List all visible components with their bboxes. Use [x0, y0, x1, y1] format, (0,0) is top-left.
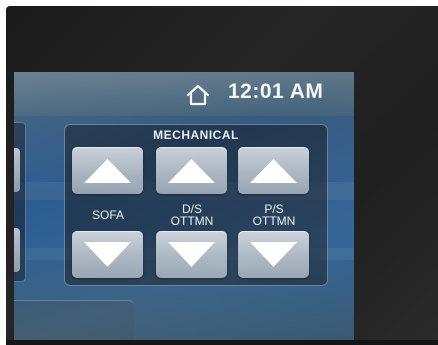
ps-ottmn-up-button[interactable] — [238, 147, 309, 194]
control-label-line: OTTMN — [252, 214, 296, 228]
bottom-panel-edge — [14, 300, 134, 340]
control-label-line: OTTMN — [170, 214, 214, 228]
sofa-down-button[interactable] — [72, 231, 143, 278]
sofa-up-button[interactable] — [72, 147, 143, 194]
control-label-line: SOFA — [91, 208, 124, 222]
ps-ottmn-down-button[interactable] — [238, 231, 309, 278]
home-icon[interactable] — [186, 84, 210, 106]
ds-ottmn-up-button[interactable] — [156, 147, 227, 194]
triangle-up-icon — [168, 159, 215, 183]
triangle-down-icon — [168, 242, 215, 267]
panel-title: MECHANICAL — [153, 128, 239, 142]
triangle-up-icon — [250, 159, 297, 183]
ps-ottmn-label: P/S OTTMN — [234, 203, 314, 227]
adjacent-up-button[interactable] — [14, 148, 20, 192]
touch-screen: 12:01 AM MECHANICAL SOFA D/S OTTMN P/S O… — [14, 72, 354, 340]
triangle-down-icon — [250, 242, 297, 267]
photo-frame: 12:01 AM MECHANICAL SOFA D/S OTTMN P/S O… — [0, 0, 438, 345]
ds-ottmn-down-button[interactable] — [156, 231, 227, 278]
clock-time: 12:01 AM — [228, 80, 324, 103]
triangle-down-icon — [84, 242, 131, 267]
sofa-label: SOFA — [68, 209, 148, 221]
adjacent-down-button[interactable] — [14, 228, 20, 272]
triangle-up-icon — [84, 159, 131, 183]
mechanical-panel: MECHANICAL SOFA D/S OTTMN P/S OTTMN — [64, 124, 328, 286]
status-bar: 12:01 AM — [14, 72, 354, 116]
ds-ottmn-label: D/S OTTMN — [152, 203, 232, 227]
device-bezel-edge — [6, 340, 438, 345]
